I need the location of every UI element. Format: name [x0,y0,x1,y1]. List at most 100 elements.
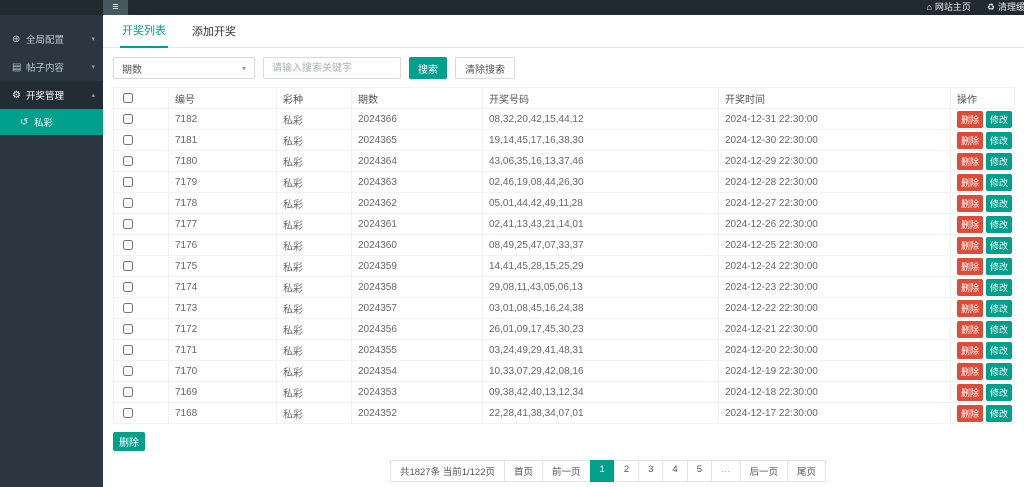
row-checkbox[interactable] [123,366,133,376]
row-checkbox[interactable] [123,387,133,397]
row-checkbox-cell [114,172,169,193]
row-issue: 2024354 [352,361,483,382]
delete-button[interactable]: 删除 [957,258,983,275]
row-checkbox[interactable] [123,303,133,313]
clear-cache-link[interactable]: ♻清理缓存 [987,0,1024,15]
row-issue: 2024362 [352,193,483,214]
delete-button[interactable]: 删除 [957,300,983,317]
edit-button[interactable]: 修改 [986,321,1012,338]
batch-delete-button[interactable]: 删除 [113,432,145,451]
edit-button[interactable]: 修改 [986,174,1012,191]
admin-screen: ≡ ⌂网站主页♻清理缓存 ⊕全局配置▾▤帖子内容▾⚙开奖管理▴↺私彩 开奖列表 … [0,0,1024,487]
row-checkbox[interactable] [123,135,133,145]
delete-button[interactable]: 删除 [957,237,983,254]
row-checkbox[interactable] [123,114,133,124]
sidebar-item-0[interactable]: ⊕全局配置▾ [0,25,103,53]
delete-button[interactable]: 删除 [957,153,983,170]
topbar-link-label: 清理缓存 [998,2,1024,12]
row-draw-time: 2024-12-24 22:30:00 [719,256,951,277]
edit-button[interactable]: 修改 [986,153,1012,170]
sidebar-submenu: ↺私彩 [0,109,103,135]
table-row: 7182私彩202436608,32,20,42,15,44,122024-12… [114,109,1015,130]
hamburger-icon[interactable]: ≡ [103,0,128,15]
row-checkbox[interactable] [123,198,133,208]
col-numbers: 开奖号码 [483,88,719,109]
delete-button[interactable]: 删除 [957,111,983,128]
row-checkbox-cell [114,130,169,151]
pager-prev[interactable]: 前一页 [542,460,591,482]
edit-button[interactable]: 修改 [986,300,1012,317]
pager-page-5[interactable]: 5 [687,460,712,482]
delete-button[interactable]: 删除 [957,321,983,338]
row-checkbox-cell [114,382,169,403]
edit-button[interactable]: 修改 [986,216,1012,233]
chevron-up-icon: ▴ [91,91,95,99]
filter-bar: 期数 ▾ 搜索 清除搜索 [113,57,1024,79]
row-lottery-type: 私彩 [277,193,352,214]
pager-page-2[interactable]: 2 [614,460,639,482]
delete-button[interactable]: 删除 [957,384,983,401]
table-row: 7181私彩202436519,14,45,17,16,38,302024-12… [114,130,1015,151]
search-input[interactable] [263,57,401,79]
row-checkbox[interactable] [123,219,133,229]
row-id: 7169 [169,382,277,403]
edit-button[interactable]: 修改 [986,342,1012,359]
field-select[interactable]: 期数 ▾ [113,57,255,79]
row-issue: 2024365 [352,130,483,151]
row-checkbox[interactable] [123,282,133,292]
row-checkbox[interactable] [123,345,133,355]
delete-button[interactable]: 删除 [957,405,983,422]
tab-add-draw[interactable]: 添加开奖 [190,23,238,47]
sidebar-subitem-0[interactable]: ↺私彩 [0,109,103,135]
home-link[interactable]: ⌂网站主页 [926,0,970,15]
edit-button[interactable]: 修改 [986,279,1012,296]
row-lottery-type: 私彩 [277,214,352,235]
delete-button[interactable]: 删除 [957,363,983,380]
table-row: 7176私彩202436008,49,25,47,07,33,372024-12… [114,235,1015,256]
edit-button[interactable]: 修改 [986,363,1012,380]
row-lottery-type: 私彩 [277,235,352,256]
edit-button[interactable]: 修改 [986,195,1012,212]
pager-page-4[interactable]: 4 [662,460,687,482]
table-row: 7179私彩202436302,46,19,08,44,26,302024-12… [114,172,1015,193]
row-actions: 删除修改 [951,151,1015,172]
edit-button[interactable]: 修改 [986,258,1012,275]
row-checkbox[interactable] [123,177,133,187]
select-all-checkbox[interactable] [123,93,133,103]
home-icon: ⌂ [926,2,931,12]
row-checkbox[interactable] [123,240,133,250]
row-checkbox[interactable] [123,261,133,271]
edit-button[interactable]: 修改 [986,237,1012,254]
row-id: 7180 [169,151,277,172]
row-draw-time: 2024-12-25 22:30:00 [719,235,951,256]
sidebar-item-1[interactable]: ▤帖子内容▾ [0,53,103,81]
row-checkbox[interactable] [123,408,133,418]
edit-button[interactable]: 修改 [986,111,1012,128]
row-issue: 2024352 [352,403,483,424]
delete-button[interactable]: 删除 [957,342,983,359]
row-checkbox-cell [114,151,169,172]
pager-first[interactable]: 首页 [504,460,543,482]
delete-button[interactable]: 删除 [957,216,983,233]
row-checkbox[interactable] [123,324,133,334]
pager-next[interactable]: 后一页 [740,460,789,482]
delete-button[interactable]: 删除 [957,174,983,191]
row-actions: 删除修改 [951,235,1015,256]
edit-button[interactable]: 修改 [986,132,1012,149]
delete-button[interactable]: 删除 [957,279,983,296]
edit-button[interactable]: 修改 [986,384,1012,401]
search-button[interactable]: 搜索 [409,57,447,79]
clear-search-button[interactable]: 清除搜索 [455,57,515,79]
delete-button[interactable]: 删除 [957,195,983,212]
pager-last[interactable]: 尾页 [787,460,826,482]
delete-button[interactable]: 删除 [957,132,983,149]
pager-page-1[interactable]: 1 [590,460,615,482]
sidebar-item-2[interactable]: ⚙开奖管理▴ [0,81,103,109]
edit-button[interactable]: 修改 [986,405,1012,422]
tab-draw-list[interactable]: 开奖列表 [120,22,168,48]
row-checkbox[interactable] [123,156,133,166]
row-checkbox-cell [114,235,169,256]
pager-page-3[interactable]: 3 [638,460,663,482]
row-numbers: 02,41,13,43,21,14,01 [483,214,719,235]
sidebar-menu: ⊕全局配置▾▤帖子内容▾⚙开奖管理▴↺私彩 [0,25,103,135]
